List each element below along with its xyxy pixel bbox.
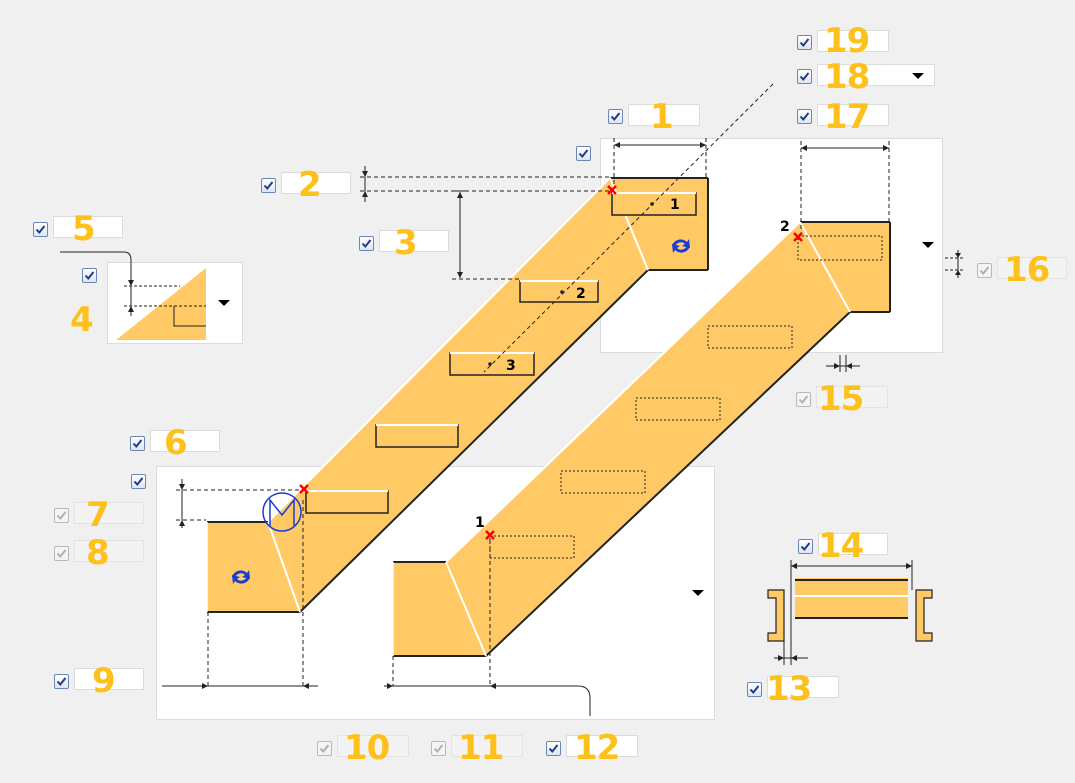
param-5-checkbox[interactable] [33, 222, 48, 237]
param-13-field[interactable] [767, 676, 839, 698]
param-3-field[interactable] [379, 230, 449, 252]
param-11-checkbox[interactable] [431, 741, 446, 756]
param-8-field[interactable] [74, 540, 144, 562]
param-1-checkbox[interactable] [608, 109, 623, 124]
param-8-checkbox[interactable] [54, 546, 69, 561]
axis-label-1: 1 [670, 197, 680, 213]
param-17-field[interactable] [817, 104, 889, 126]
param-15-field[interactable] [816, 386, 888, 408]
param-14-checkbox[interactable] [798, 539, 813, 554]
edge-style-dropdown-icon[interactable] [218, 300, 230, 306]
param-9-field[interactable] [74, 668, 144, 690]
param-6-field[interactable] [150, 430, 220, 452]
left-belt-box-1 [611, 192, 697, 216]
axis-label-2: 2 [576, 286, 586, 302]
upper-head-panel-checkbox[interactable] [576, 146, 591, 161]
param-5-field[interactable] [53, 216, 123, 238]
param-11-field[interactable] [451, 735, 523, 757]
param-14-field[interactable] [818, 533, 888, 555]
lower-head-panel-checkbox[interactable] [131, 474, 146, 489]
param-19-field[interactable] [817, 30, 889, 52]
param-13-checkbox[interactable] [747, 682, 762, 697]
param-6-checkbox[interactable] [130, 436, 145, 451]
param-7-checkbox[interactable] [54, 508, 69, 523]
param-7-field[interactable] [74, 502, 144, 524]
lower-head-dropdown-icon[interactable] [692, 590, 704, 596]
param-10-checkbox[interactable] [317, 741, 332, 756]
param-1-field[interactable] [628, 104, 700, 126]
param-2-checkbox[interactable] [261, 178, 276, 193]
conveyor-diagram: 1 2 3 2 1 [60, 83, 965, 716]
param-2-field[interactable] [281, 172, 351, 194]
param-18-select-arrow-icon[interactable] [912, 73, 924, 79]
left-belt-box-5 [305, 490, 389, 514]
param-16-field[interactable] [997, 257, 1067, 279]
profile-diagram [767, 560, 933, 665]
left-belt-box-4 [375, 424, 459, 448]
edge-style-panel-checkbox[interactable] [82, 268, 97, 283]
axis-label-3: 3 [506, 358, 516, 374]
param-17-checkbox[interactable] [797, 109, 812, 124]
param-19-checkbox[interactable] [797, 35, 812, 50]
upper-head-dropdown-icon[interactable] [922, 242, 934, 248]
param-12-field[interactable] [566, 735, 638, 757]
param-10-field[interactable] [337, 735, 409, 757]
left-belt-box-3 [449, 352, 535, 376]
param-12-checkbox[interactable] [546, 741, 561, 756]
param-18-checkbox[interactable] [797, 69, 812, 84]
point-label-1: 1 [475, 515, 485, 531]
left-belt-box-2 [519, 280, 599, 303]
param-3-checkbox[interactable] [359, 236, 374, 251]
param-9-checkbox[interactable] [54, 674, 69, 689]
param-16-checkbox[interactable] [977, 263, 992, 278]
point-label-2: 2 [780, 219, 790, 235]
param-15-checkbox[interactable] [796, 392, 811, 407]
